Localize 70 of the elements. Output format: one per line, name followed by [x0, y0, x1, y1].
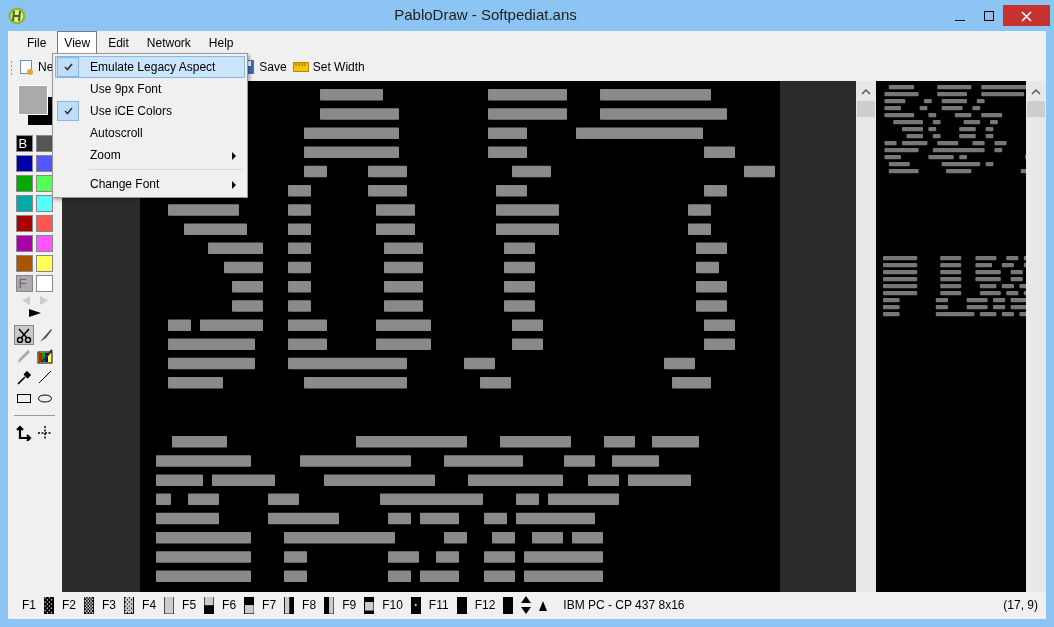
- submenu-arrow-icon: [232, 151, 236, 160]
- character-glyph[interactable]: ▒: [84, 596, 95, 614]
- menu-item[interactable]: File: [20, 30, 54, 55]
- character-glyph[interactable]: ·: [410, 596, 421, 614]
- menu-item[interactable]: Use iCE Colors: [55, 100, 245, 122]
- menu-item[interactable]: Use 9px Font: [55, 78, 245, 100]
- scrollbar[interactable]: [1026, 80, 1046, 592]
- color-swatch[interactable]: [36, 214, 54, 232]
- character-glyph[interactable]: ▀: [204, 596, 215, 614]
- menu-item[interactable]: Network: [139, 30, 198, 55]
- toolbar-grip-icon[interactable]: [10, 60, 13, 77]
- new-file-icon: [18, 59, 34, 76]
- character-glyph[interactable]: ▌: [284, 596, 295, 614]
- ruler-icon: [292, 61, 309, 74]
- cursor-position: (17, 9): [1003, 597, 1038, 615]
- color-swatch[interactable]: [36, 254, 54, 272]
- function-key-label[interactable]: F1: [22, 596, 36, 615]
- function-key-label[interactable]: F12: [474, 596, 496, 615]
- color-swatch[interactable]: [16, 194, 34, 212]
- toolbar-button[interactable]: Set Width: [291, 56, 366, 79]
- function-key-label[interactable]: F9: [342, 596, 357, 615]
- menu-item[interactable]: View: [57, 30, 98, 55]
- function-key-label[interactable]: F3: [102, 596, 117, 615]
- scroll-thumb[interactable]: [857, 100, 876, 117]
- color-swatch[interactable]: [36, 234, 54, 252]
- color-swatch[interactable]: [16, 234, 34, 252]
- character-glyph[interactable]: ▓: [124, 596, 135, 614]
- minimize-icon: [954, 19, 965, 21]
- character-glyph[interactable]: ▐: [324, 596, 335, 614]
- character-glyph[interactable]: [456, 596, 467, 614]
- color-swatch[interactable]: [16, 174, 34, 192]
- window-title: PabloDraw - Softpediat.ans: [393, 5, 578, 26]
- menu-item[interactable]: Zoom: [55, 144, 245, 166]
- color-swatch[interactable]: [36, 274, 54, 292]
- color-swatch[interactable]: [16, 254, 34, 272]
- menu-item[interactable]: Edit: [101, 30, 136, 55]
- menu-item[interactable]: Emulate Legacy Aspect: [55, 56, 245, 78]
- character-glyph[interactable]: ▄: [244, 596, 255, 614]
- function-key-label[interactable]: F8: [302, 596, 317, 615]
- function-key-label[interactable]: F7: [262, 596, 277, 615]
- function-key-label[interactable]: F6: [222, 596, 237, 615]
- function-key-label[interactable]: F5: [182, 596, 197, 615]
- scrollbar[interactable]: [856, 80, 877, 592]
- function-key-label[interactable]: F10: [382, 596, 403, 615]
- close-icon: [1021, 10, 1032, 22]
- play-icon[interactable]: [28, 308, 41, 317]
- character-glyph[interactable]: [503, 596, 514, 614]
- color-swatch[interactable]: [36, 194, 54, 212]
- function-key-label[interactable]: F11: [428, 596, 449, 615]
- color-swatch[interactable]: [16, 214, 34, 232]
- foreground-color-swatch[interactable]: [17, 84, 48, 115]
- submenu-arrow-icon: [232, 180, 236, 189]
- scissors-icon[interactable]: [14, 324, 35, 345]
- menu-item[interactable]: Autoscroll: [55, 122, 245, 144]
- character-glyph[interactable]: ░: [44, 596, 54, 614]
- codepage-label: IBM PC - CP 437 8x16: [563, 597, 686, 615]
- up-arrow-icon[interactable]: [539, 601, 548, 612]
- up-down-arrows-icon[interactable]: [521, 595, 532, 616]
- app-logo-icon: [8, 6, 26, 25]
- maximize-icon: [983, 11, 994, 22]
- menu-item[interactable]: Change Font: [55, 173, 245, 195]
- function-key-label[interactable]: F4: [142, 596, 157, 615]
- menu-item[interactable]: Help: [201, 30, 241, 55]
- close-button[interactable]: [1003, 5, 1050, 26]
- color-swatch[interactable]: [16, 154, 34, 172]
- character-glyph[interactable]: ■: [364, 596, 375, 614]
- toolbar-button[interactable]: Ne: [17, 56, 55, 79]
- color-swatch[interactable]: B: [16, 134, 34, 152]
- scroll-thumb[interactable]: [1027, 100, 1045, 117]
- function-key-label[interactable]: F2: [62, 596, 77, 615]
